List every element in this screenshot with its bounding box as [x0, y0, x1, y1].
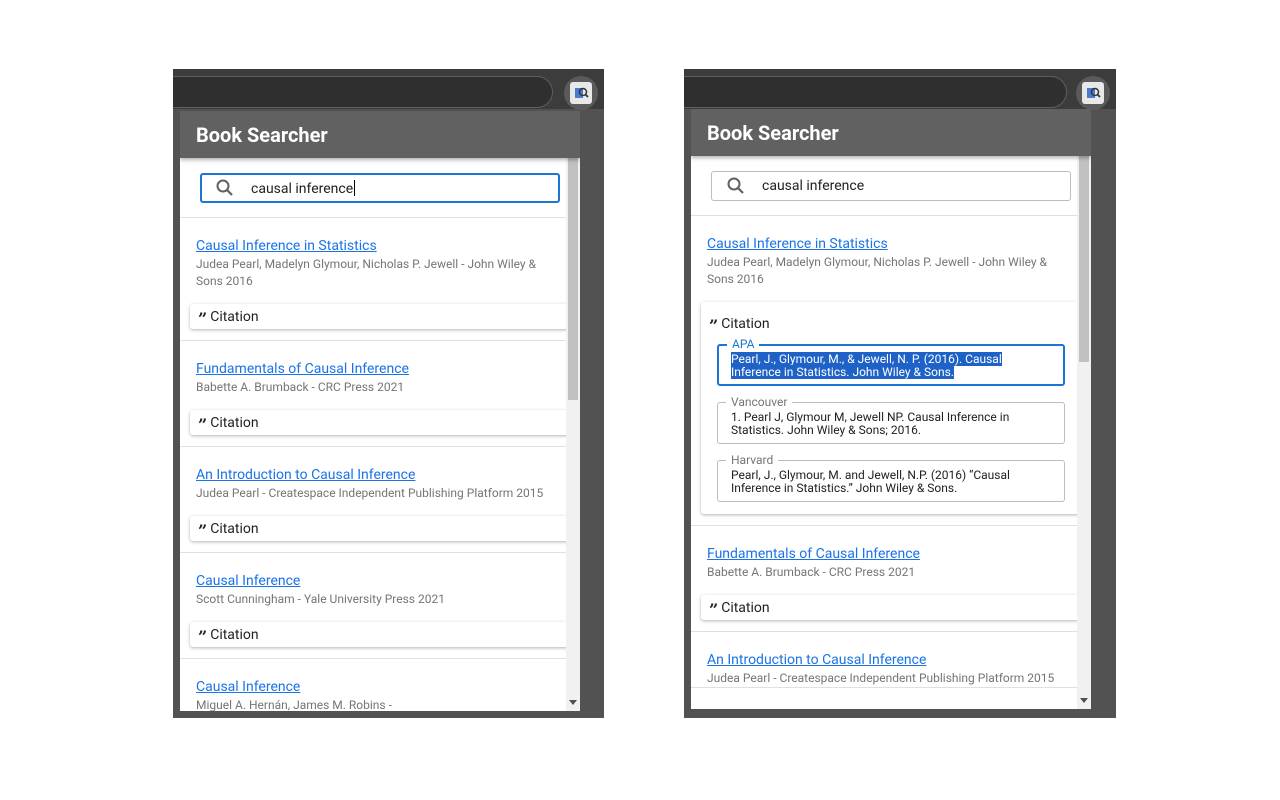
result-meta: Babette A. Brumback - CRC Press 2021 [196, 380, 405, 394]
harvard-citation-text[interactable]: Pearl, J., Glymour, M. and Jewell, N.P. … [731, 468, 1010, 495]
citation-toggle[interactable]: ” Citation [190, 516, 570, 541]
result-title-link[interactable]: Fundamentals of Causal Inference [707, 545, 920, 563]
search-query: causal inference [251, 179, 356, 197]
search-icon [215, 178, 235, 198]
extension-button[interactable] [564, 76, 598, 110]
format-quote-icon: ” [709, 316, 719, 335]
citation-panel-expanded: ” Citation APA Pearl, J., Glymour, M., & … [701, 302, 1081, 514]
address-bar[interactable] [173, 76, 553, 108]
search-icon [726, 176, 746, 196]
search-section: causal inference [180, 158, 580, 218]
address-bar[interactable] [684, 76, 1067, 108]
citation-label: Citation [210, 414, 259, 431]
citation-toggle[interactable]: ” Citation [190, 622, 570, 647]
scroll-thumb[interactable] [568, 128, 578, 400]
citation-label: Citation [210, 626, 259, 643]
apa-citation-text[interactable]: Pearl, J., Glymour, M., & Jewell, N. P. … [731, 352, 1002, 379]
scrollbar[interactable] [566, 111, 580, 711]
format-quote-icon: ” [198, 308, 208, 328]
book-search-extension-icon [570, 82, 592, 104]
citation-label: Citation [210, 520, 259, 537]
harvard-label: Harvard [726, 453, 779, 467]
result-item: Fundamentals of Causal Inference Babette… [180, 341, 580, 447]
text-caret [354, 179, 356, 196]
result-title-link[interactable]: An Introduction to Causal Inference [196, 466, 415, 484]
result-title-link[interactable]: An Introduction to Causal Inference [707, 651, 926, 669]
scroll-down-arrow[interactable] [569, 700, 577, 705]
scroll-thumb[interactable] [1079, 126, 1089, 362]
citation-toggle[interactable]: ” Citation [190, 410, 570, 435]
citation-toggle[interactable]: ” Citation [701, 595, 1081, 620]
popup-window-left: Book Searcher causal inference Causal In… [173, 69, 604, 718]
apa-label: APA [727, 337, 760, 351]
result-title-link[interactable]: Causal Inference [196, 572, 300, 590]
browser-toolbar [173, 69, 604, 110]
result-meta: Judea Pearl - Createspace Independent Pu… [196, 486, 544, 500]
result-item: An Introduction to Causal Inference Jude… [691, 632, 1091, 688]
result-meta: Miguel A. Hernán, James M. Robins - [196, 698, 392, 711]
vancouver-label: Vancouver [726, 395, 793, 409]
format-quote-icon: ” [198, 520, 208, 540]
vancouver-citation-text[interactable]: 1. Pearl J, Glymour M, Jewell NP. Causal… [731, 410, 1009, 437]
citation-label: Citation [210, 308, 259, 325]
result-meta: Babette A. Brumback - CRC Press 2021 [707, 565, 916, 579]
citation-label: Citation [721, 599, 770, 616]
extension-button[interactable] [1076, 76, 1110, 110]
result-item: Causal Inference Miguel A. Hernán, James… [180, 659, 580, 711]
result-item: Causal Inference in Statistics Judea Pea… [180, 218, 580, 341]
result-item: Causal Inference Scott Cunningham - Yale… [180, 553, 580, 659]
harvard-citation-field[interactable]: Harvard Pearl, J., Glymour, M. and Jewel… [717, 453, 1065, 502]
search-section: causal inference [691, 156, 1091, 216]
result-title-link[interactable]: Causal Inference in Statistics [196, 237, 377, 255]
book-searcher-popup: Book Searcher causal inference Causal In… [691, 109, 1091, 709]
search-query: causal inference [762, 178, 865, 194]
result-title-link[interactable]: Causal Inference [196, 678, 300, 696]
apa-citation-field[interactable]: APA Pearl, J., Glymour, M., & Jewell, N.… [717, 337, 1065, 386]
result-item: Fundamentals of Causal Inference Babette… [691, 526, 1091, 632]
result-meta: Judea Pearl - Createspace Independent Pu… [707, 671, 1055, 685]
scroll-down-arrow[interactable] [1080, 698, 1088, 703]
scrollbar[interactable] [1077, 109, 1091, 709]
format-quote-icon: ” [198, 414, 208, 434]
app-title: Book Searcher [691, 109, 1091, 156]
result-meta: Scott Cunningham - Yale University Press… [196, 592, 445, 606]
result-item: An Introduction to Causal Inference Jude… [180, 447, 580, 553]
app-title: Book Searcher [180, 111, 580, 158]
citation-toggle[interactable]: ” Citation [190, 304, 570, 329]
result-meta: Judea Pearl, Madelyn Glymour, Nicholas P… [196, 257, 537, 288]
format-quote-icon: ” [709, 599, 719, 619]
search-input[interactable]: causal inference [200, 173, 560, 203]
citation-label: Citation [721, 316, 770, 332]
popup-body: causal inference Causal Inference in Sta… [691, 156, 1091, 709]
citation-toggle[interactable]: ” Citation [709, 316, 1065, 335]
result-item: Causal Inference in Statistics Judea Pea… [691, 216, 1091, 526]
result-meta: Judea Pearl, Madelyn Glymour, Nicholas P… [707, 255, 1048, 286]
popup-body: causal inference Causal Inference in Sta… [180, 158, 580, 711]
format-quote-icon: ” [198, 626, 208, 646]
vancouver-citation-field[interactable]: Vancouver 1. Pearl J, Glymour M, Jewell … [717, 395, 1065, 444]
result-title-link[interactable]: Fundamentals of Causal Inference [196, 360, 409, 378]
result-title-link[interactable]: Causal Inference in Statistics [707, 235, 888, 253]
search-query-text: causal inference [251, 180, 354, 197]
search-input[interactable]: causal inference [711, 171, 1071, 201]
book-searcher-popup: Book Searcher causal inference Causal In… [180, 111, 580, 711]
book-search-extension-icon [1082, 82, 1104, 104]
browser-toolbar [684, 69, 1116, 110]
popup-window-right: Book Searcher causal inference Causal In… [684, 69, 1116, 718]
